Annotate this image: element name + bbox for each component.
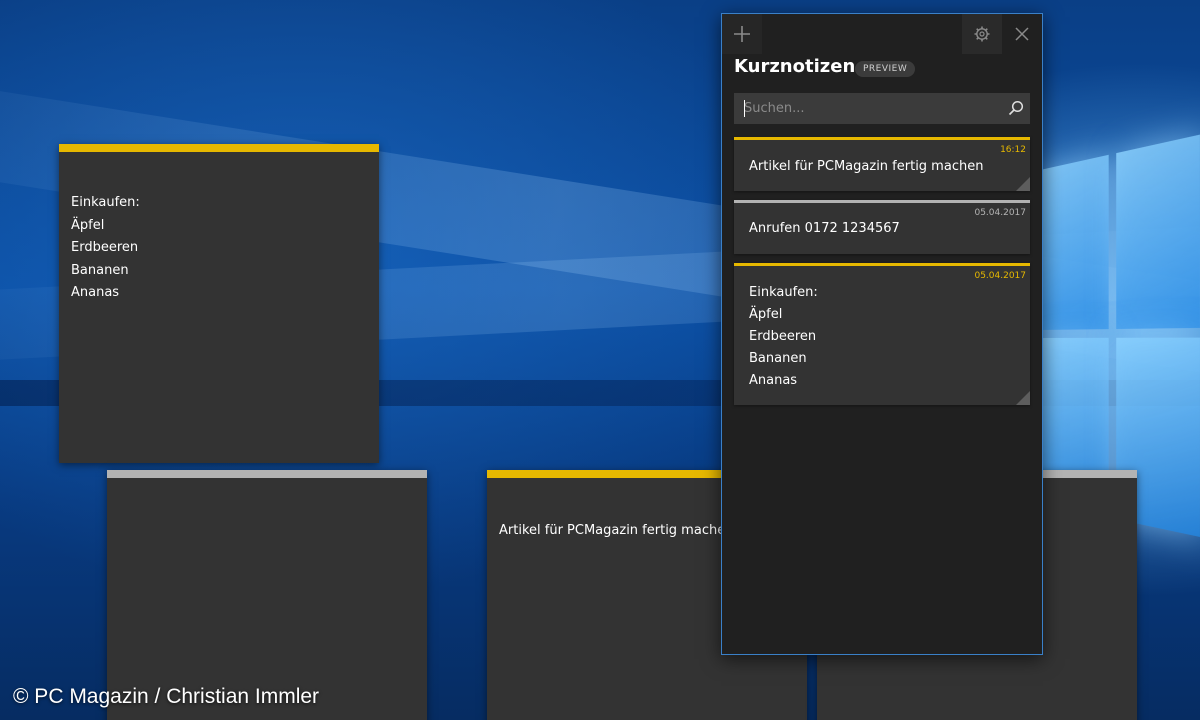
note-line: Bananen bbox=[749, 351, 807, 366]
note-list-item[interactable]: 05.04.2017 Einkaufen: Äpfel Erdbeeren Ba… bbox=[734, 263, 1030, 405]
notes-list-window: Kurznotizen PREVIEW 16:12 Artikel für PC… bbox=[721, 13, 1043, 655]
note-line: Anrufen 0172 1234567 bbox=[749, 221, 900, 236]
note-list-item[interactable]: 05.04.2017 Anrufen 0172 1234567 bbox=[734, 200, 1030, 254]
app-title: Kurznotizen bbox=[734, 56, 856, 77]
note-line: Äpfel bbox=[71, 217, 105, 233]
plus-icon bbox=[734, 26, 750, 42]
add-note-button[interactable] bbox=[722, 14, 762, 54]
sticky-note-shopping[interactable]: Einkaufen: Äpfel Erdbeeren Bananen Anana… bbox=[59, 144, 379, 463]
note-color-bar bbox=[59, 144, 379, 152]
close-button[interactable] bbox=[1002, 14, 1042, 54]
settings-button[interactable] bbox=[962, 14, 1002, 54]
note-line: Einkaufen: bbox=[71, 195, 140, 210]
note-line: Ananas bbox=[749, 373, 798, 388]
note-timestamp: 05.04.2017 bbox=[974, 208, 1026, 218]
note-line: Erdbeeren bbox=[71, 240, 139, 255]
note-line: Artikel für PCMagazin fertig machen bbox=[749, 159, 984, 174]
note-line: Ananas bbox=[71, 285, 120, 300]
title-bar bbox=[722, 14, 1042, 54]
search-icon[interactable] bbox=[1008, 100, 1024, 116]
note-text[interactable]: Einkaufen: Äpfel Erdbeeren Bananen Anana… bbox=[59, 152, 379, 305]
note-timestamp: 16:12 bbox=[1000, 145, 1026, 155]
note-fold-corner bbox=[1016, 177, 1030, 191]
search-box[interactable] bbox=[734, 93, 1030, 124]
note-color-bar bbox=[107, 470, 427, 478]
note-timestamp: 05.04.2017 bbox=[974, 271, 1026, 281]
note-line: Äpfel bbox=[749, 307, 783, 322]
copyright-watermark: © PC Magazin / Christian Immler bbox=[13, 685, 320, 708]
search-input[interactable] bbox=[734, 93, 994, 124]
text-caret bbox=[744, 100, 745, 117]
note-preview-text: Einkaufen: Äpfel Erdbeeren Bananen Anana… bbox=[734, 266, 1030, 392]
note-line: Erdbeeren bbox=[749, 329, 817, 344]
desktop: Einkaufen: Äpfel Erdbeeren Bananen Anana… bbox=[0, 0, 1200, 720]
note-fold-corner bbox=[1016, 391, 1030, 405]
sticky-note-empty[interactable] bbox=[107, 470, 427, 720]
panel-heading: Kurznotizen PREVIEW bbox=[722, 54, 1042, 92]
note-line: Bananen bbox=[71, 262, 129, 278]
gear-icon bbox=[974, 26, 990, 42]
note-preview-text: Artikel für PCMagazin fertig machen bbox=[734, 140, 1030, 178]
note-line: Einkaufen: bbox=[749, 285, 818, 300]
note-list-item[interactable]: 16:12 Artikel für PCMagazin fertig mache… bbox=[734, 137, 1030, 191]
preview-badge: PREVIEW bbox=[855, 61, 916, 77]
close-icon bbox=[1015, 27, 1029, 41]
